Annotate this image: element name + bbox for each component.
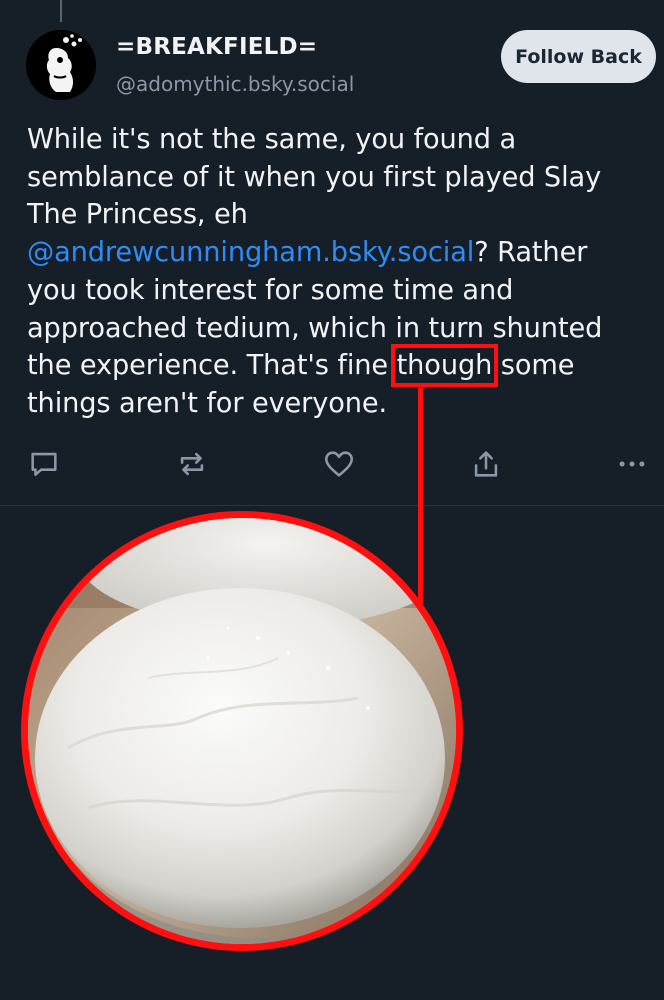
reply-button[interactable] [26,446,62,482]
more-options-button[interactable] [614,446,650,482]
heart-icon [324,451,354,477]
share-button[interactable] [468,446,504,482]
repost-icon [180,452,204,476]
mention-link[interactable]: @andrewcunningham.bsky.social [27,237,474,268]
author-display-name[interactable]: =BREAKFIELD= [116,34,317,60]
dough-ball-image [28,518,456,944]
reply-icon [31,452,57,476]
post-text-part-1: While it's not the same, you found a sem… [27,124,602,231]
post-actions [0,446,664,486]
highlighted-word: though [390,344,499,388]
author-handle[interactable]: @adomythic.bsky.social [116,72,354,96]
thread-line [60,0,62,22]
more-icon [619,461,645,467]
follow-back-button[interactable]: Follow Back [501,30,656,83]
post-text: While it's not the same, you found a sem… [27,121,637,423]
share-icon [474,451,498,477]
annotation-connector-line [418,388,423,604]
avatar[interactable] [26,30,96,100]
avatar-image [26,30,96,100]
dough-ball-illustration [28,518,456,944]
post-divider [0,505,664,506]
repost-button[interactable] [174,446,210,482]
like-button[interactable] [321,446,357,482]
